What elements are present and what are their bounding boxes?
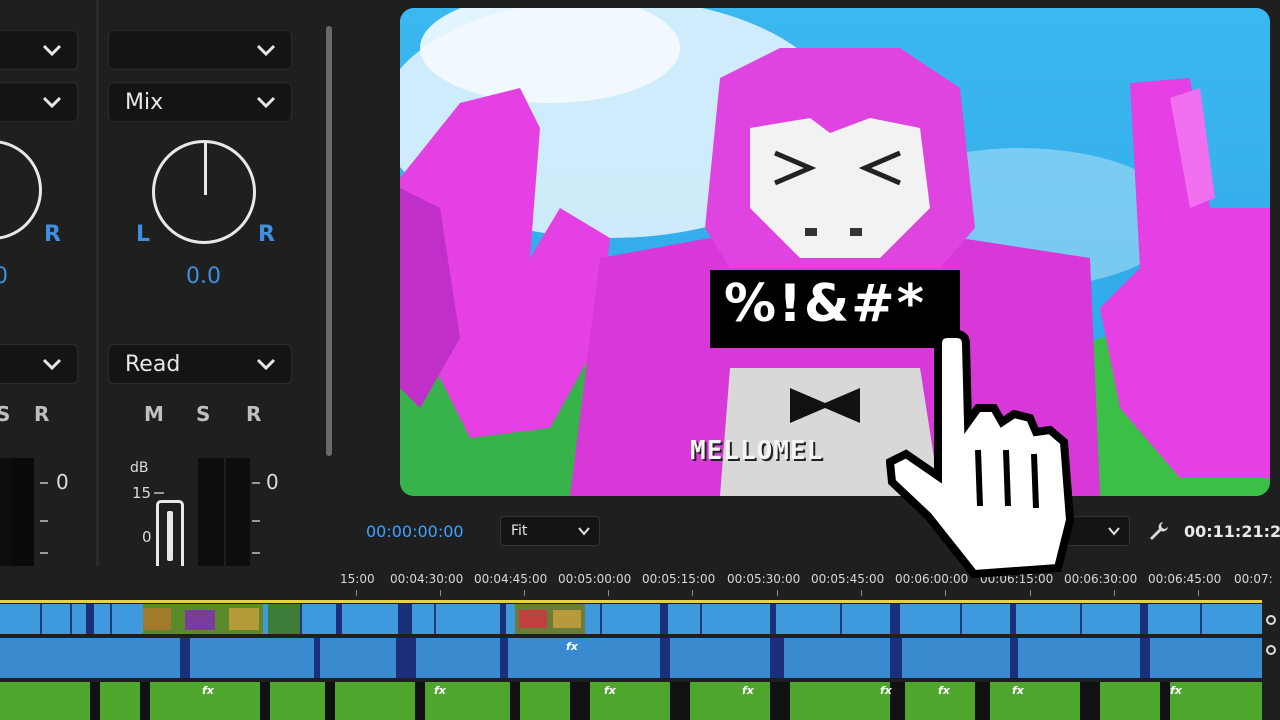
chevron-down-icon: [256, 44, 276, 57]
right-channel-top-dropdown[interactable]: [108, 30, 292, 70]
ruler-label: 00:05:45:00: [811, 572, 885, 586]
video-frame-image: [400, 8, 1270, 496]
work-area-bar[interactable]: [0, 600, 1262, 603]
program-monitor-video: %!&#* MELLOMEL: [400, 8, 1270, 496]
chevron-down-icon: [256, 96, 276, 109]
ruler-label: 00:05:15:00: [642, 572, 716, 586]
censor-overlay-text: %!&#*: [724, 274, 926, 334]
left-channel-pan-right-label: R: [44, 222, 61, 247]
ruler-label: 00:06:45:00: [1148, 572, 1222, 586]
audio-track-a1[interactable]: fx: [0, 638, 1262, 678]
fx-badge: fx: [566, 640, 578, 653]
right-channel-pan-right-label: R: [258, 222, 275, 247]
wrench-icon[interactable]: [1148, 520, 1170, 542]
current-timecode[interactable]: 00:00:00:00: [366, 522, 464, 541]
right-channel-solo-button[interactable]: S: [196, 402, 210, 426]
chevron-down-icon: [256, 358, 276, 371]
right-channel-db-label: dB: [130, 460, 149, 476]
right-channel-mute-button[interactable]: M: [144, 402, 164, 426]
fx-badge: fx: [880, 684, 892, 697]
fx-badge: fx: [604, 684, 616, 697]
clip-thumbnail[interactable]: [143, 604, 263, 634]
fx-badge: fx: [202, 684, 214, 697]
right-channel-pan-left-label: L: [136, 222, 151, 247]
chevron-down-icon: [42, 44, 62, 57]
fx-badge: fx: [1012, 684, 1024, 697]
right-channel-automation-value: Read: [125, 352, 181, 377]
track-keyframe-toggle[interactable]: [1266, 645, 1276, 655]
right-channel-db-scale-15: 15: [132, 484, 152, 502]
chevron-down-icon: [1108, 527, 1120, 536]
left-channel-record-button[interactable]: R: [34, 402, 49, 426]
shirt-text: MELLOMEL: [690, 436, 824, 466]
ruler-label: 00:05:30:00: [727, 572, 801, 586]
left-channel-mode-dropdown[interactable]: [0, 82, 78, 122]
right-channel-pan-value: 0.0: [186, 264, 221, 289]
left-channel-pan-knob[interactable]: [0, 140, 42, 240]
right-channel-db-scale-0: 0: [142, 528, 152, 546]
chevron-down-icon: [42, 96, 62, 109]
left-channel-automation-dropdown[interactable]: [0, 344, 78, 384]
hand-pointer-icon: [886, 330, 1075, 579]
fx-badge: fx: [742, 684, 754, 697]
right-channel-pan-knob[interactable]: [152, 140, 256, 244]
chevron-down-icon: [578, 527, 590, 536]
left-channel-meter-zero: 0: [56, 470, 69, 494]
zoom-level-dropdown[interactable]: Fit: [500, 516, 600, 546]
track-keyframe-toggle[interactable]: [1266, 615, 1276, 625]
right-channel-record-button[interactable]: R: [246, 402, 261, 426]
ruler-label: 15:00: [340, 572, 375, 586]
fx-badge: fx: [434, 684, 446, 697]
ruler-label: 00:05:00:00: [558, 572, 632, 586]
left-channel-pan-value: 0: [0, 264, 8, 289]
mixer-vertical-scrollbar[interactable]: [326, 26, 332, 456]
clip-thumbnail[interactable]: [515, 604, 585, 634]
left-channel-solo-button[interactable]: S: [0, 402, 10, 426]
duration-timecode: 00:11:21:2: [1184, 522, 1280, 541]
right-channel-automation-dropdown[interactable]: Read: [108, 344, 292, 384]
right-channel-mode-value: Mix: [125, 90, 164, 115]
fx-badge: fx: [938, 684, 950, 697]
clip-thumbnail[interactable]: [268, 604, 300, 634]
right-channel-meter-zero: 0: [266, 470, 279, 494]
left-channel-top-dropdown[interactable]: [0, 30, 78, 70]
audio-track-a2[interactable]: fx fx fx fx fx fx fx fx: [0, 682, 1262, 720]
zoom-level-value: Fit: [511, 523, 528, 539]
right-channel-volume-fader[interactable]: [156, 500, 184, 572]
ruler-label: 00:07:: [1234, 572, 1273, 586]
ruler-label: 00:04:30:00: [390, 572, 464, 586]
audio-track-mixer: R 0 S R 0 Mix L R 0.0 Read M S R dB 15 0…: [0, 0, 332, 590]
right-channel-mode-dropdown[interactable]: Mix: [108, 82, 292, 122]
chevron-down-icon: [42, 358, 62, 371]
ruler-label: 00:04:45:00: [474, 572, 548, 586]
channel-divider: [96, 0, 99, 590]
fx-badge: fx: [1170, 684, 1182, 697]
